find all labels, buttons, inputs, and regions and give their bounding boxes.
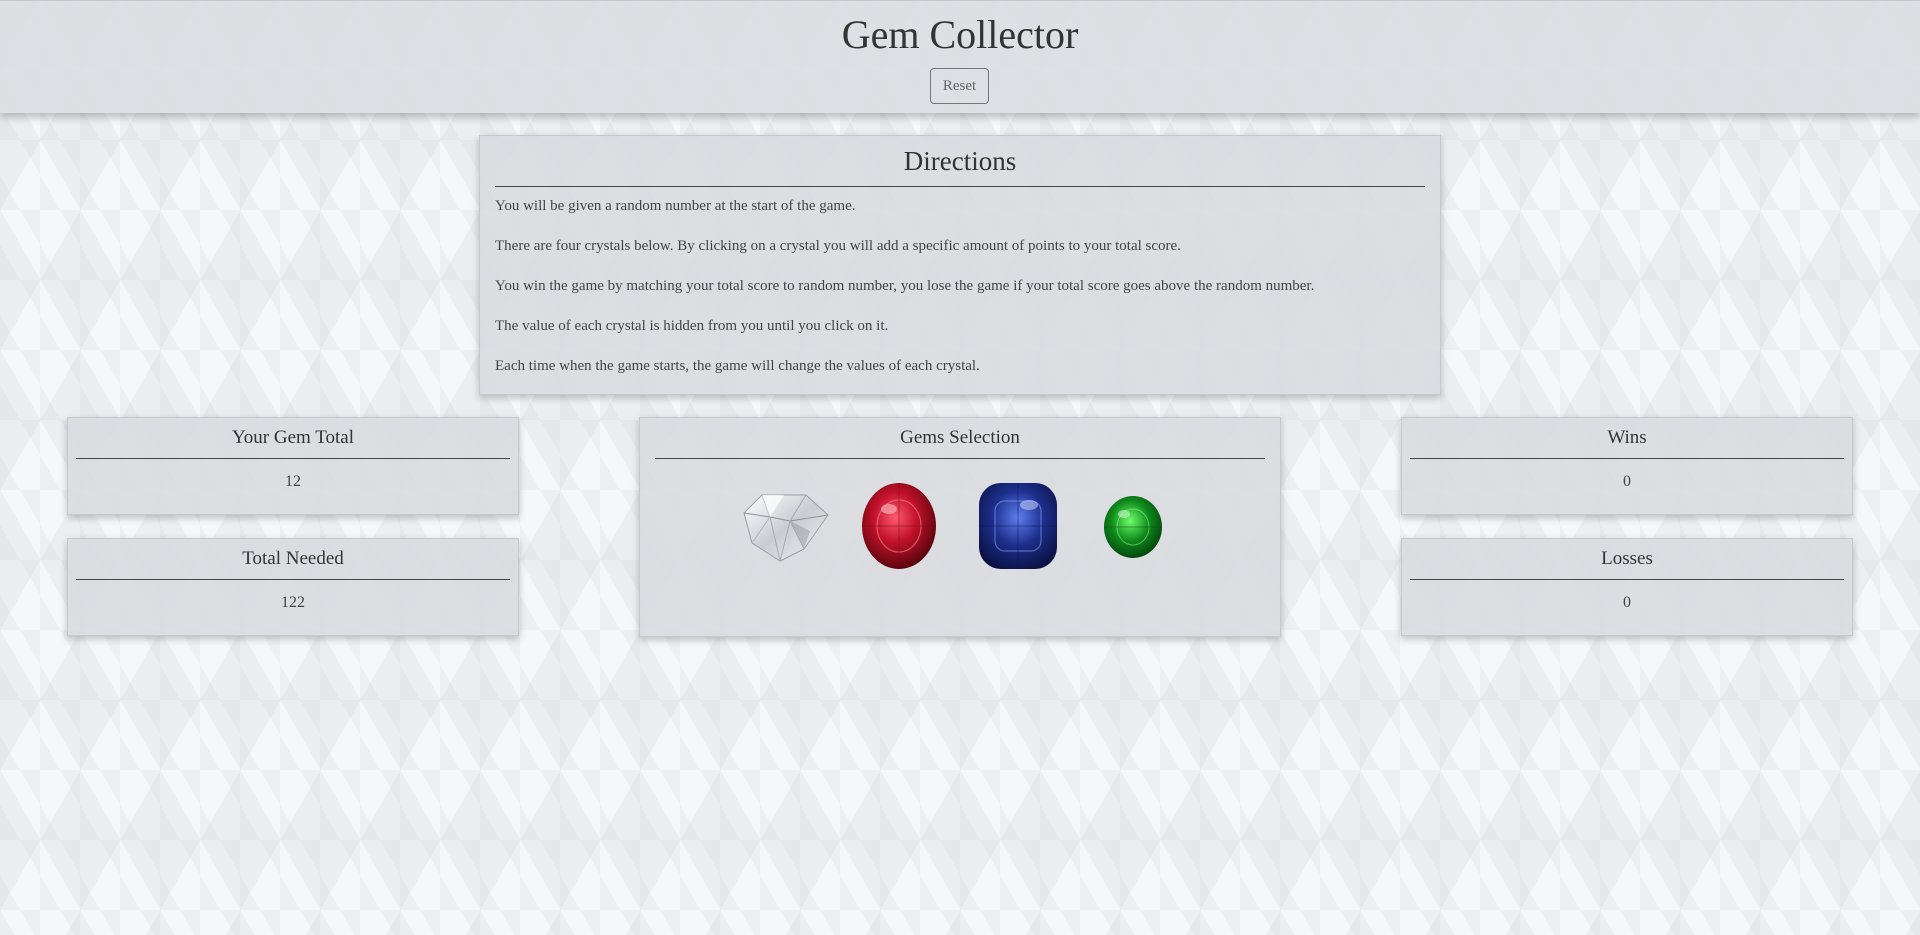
- gems-selection-title: Gems Selection: [900, 427, 1020, 448]
- emerald-gem-button[interactable]: [1102, 494, 1164, 560]
- wins-title: Wins: [1607, 427, 1647, 448]
- sapphire-gem-button[interactable]: [977, 481, 1059, 571]
- page-header: Gem Collector Reset: [0, 0, 1920, 113]
- page-title: Gem Collector: [841, 12, 1079, 57]
- gems-selection-divider: [655, 458, 1265, 459]
- losses-title: Losses: [1601, 548, 1653, 569]
- total-needed-panel: Total Needed 122: [67, 538, 519, 636]
- wins-value: 0: [1623, 473, 1631, 490]
- gem-total-divider: [76, 458, 510, 459]
- ruby-gem-button[interactable]: [859, 481, 939, 571]
- wins-panel: Wins 0: [1401, 417, 1853, 515]
- direction-line: There are four crystals below. By clicki…: [495, 238, 1181, 254]
- gem-total-value: 12: [285, 473, 301, 490]
- reset-button[interactable]: Reset: [930, 68, 989, 104]
- wins-divider: [1410, 458, 1844, 459]
- total-needed-divider: [76, 579, 510, 580]
- losses-value: 0: [1623, 594, 1631, 611]
- losses-divider: [1410, 579, 1844, 580]
- diamond-gem-button[interactable]: [740, 491, 832, 563]
- directions-divider: [495, 186, 1425, 187]
- total-needed-value: 122: [281, 594, 305, 611]
- direction-line: You win the game by matching your total …: [495, 278, 1315, 294]
- direction-line: You will be given a random number at the…: [495, 198, 856, 214]
- gem-total-title: Your Gem Total: [231, 427, 354, 448]
- direction-line: Each time when the game starts, the game…: [495, 358, 980, 374]
- gem-total-panel: Your Gem Total 12: [67, 417, 519, 515]
- losses-panel: Losses 0: [1401, 538, 1853, 636]
- directions-title: Directions: [903, 146, 1017, 176]
- directions-panel: Directions You will be given a random nu…: [479, 135, 1441, 395]
- total-needed-title: Total Needed: [242, 548, 344, 569]
- gems-selection-panel: Gems Selection: [639, 417, 1281, 637]
- direction-line: The value of each crystal is hidden from…: [495, 318, 889, 334]
